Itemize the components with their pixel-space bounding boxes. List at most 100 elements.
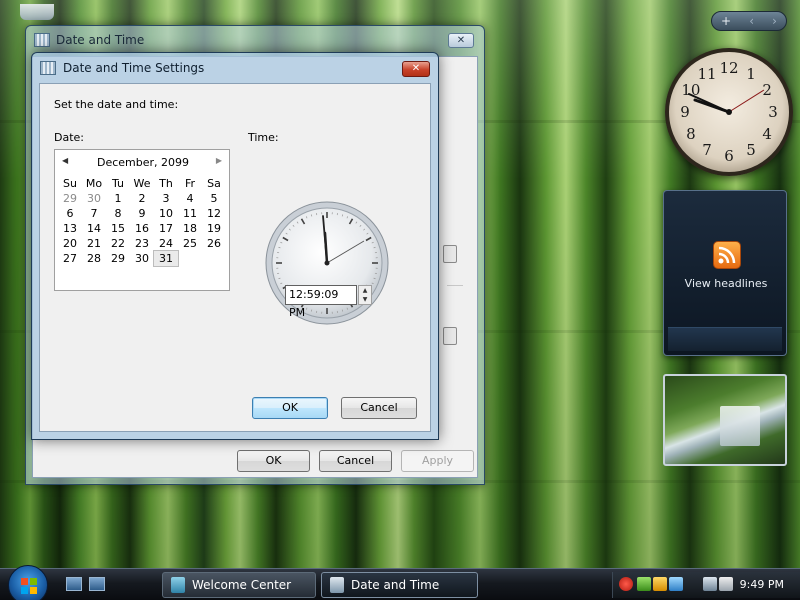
gadget-minute-hand [688, 93, 730, 113]
calendar-day[interactable]: 25 [178, 236, 202, 251]
calendar-day[interactable]: 8 [106, 206, 130, 221]
dialog-ok-button[interactable]: OK [252, 397, 328, 419]
volume-muted-icon[interactable] [719, 577, 733, 591]
sync-icon[interactable] [669, 577, 683, 591]
welcome-center-icon [171, 577, 185, 593]
update-icon[interactable] [637, 577, 651, 591]
calendar-week-row: 29 30 1 2 3 4 5 [58, 191, 226, 206]
calendar-day[interactable]: 30 [82, 191, 106, 206]
calendar-day[interactable]: 27 [58, 251, 82, 266]
dialog-close-button[interactable]: ✕ [402, 61, 430, 77]
dialog-cancel-button[interactable]: Cancel [341, 397, 417, 419]
window-titlebar[interactable]: Date and Time [26, 26, 484, 54]
calendar-month-title[interactable]: December, 2099 [55, 156, 231, 169]
clock-center [324, 260, 330, 266]
dialog-titlebar[interactable]: Date and Time Settings [32, 53, 438, 83]
time-input[interactable]: 12:59:09 PM [285, 285, 357, 319]
next-month-icon[interactable]: ▶ [216, 156, 222, 165]
clock-gadget-numeral: 7 [702, 141, 712, 159]
taskbar-clock[interactable]: 9:49 PM [740, 578, 784, 591]
gadget-clock-center [726, 109, 732, 115]
dialog-heading: Set the date and time: [54, 98, 179, 111]
calendar-day[interactable]: 16 [130, 221, 154, 236]
change-timezone-button[interactable] [443, 245, 457, 263]
slideshow-gadget[interactable] [663, 374, 787, 466]
spin-up-icon[interactable]: ▲ [359, 286, 371, 295]
calendar-icon [40, 61, 56, 75]
calendar-day[interactable]: 20 [58, 236, 82, 251]
gadget-toolbar: + ‹ › [711, 11, 787, 31]
spin-down-icon[interactable]: ▼ [359, 295, 371, 304]
calendar-day[interactable]: 26 [202, 236, 226, 251]
calendar-day[interactable]: 5 [202, 191, 226, 206]
clock-gadget-numeral: 6 [724, 147, 734, 165]
calendar-day[interactable]: 6 [58, 206, 82, 221]
calendar-day[interactable]: 29 [58, 191, 82, 206]
security-alert-icon[interactable] [619, 577, 633, 591]
date-and-time-icon [330, 577, 344, 593]
calendar-day[interactable]: 12 [202, 206, 226, 221]
calendar-day[interactable]: 10 [154, 206, 178, 221]
calendar-day[interactable]: 11 [178, 206, 202, 221]
calendar-day[interactable]: 28 [82, 251, 106, 266]
calendar-day[interactable]: 21 [82, 236, 106, 251]
calendar-day[interactable]: 19 [202, 221, 226, 236]
recycle-bin-icon[interactable] [20, 4, 54, 20]
calendar-day[interactable]: 29 [106, 251, 130, 266]
network-icon[interactable] [653, 577, 667, 591]
calendar-day[interactable]: 23 [130, 236, 154, 251]
ok-button[interactable]: OK [237, 450, 310, 472]
calendar-day[interactable]: 4 [178, 191, 202, 206]
calendar-week-row: 20 21 22 23 24 25 26 [58, 236, 226, 251]
change-settings-button[interactable] [443, 327, 457, 345]
calendar-day[interactable]: 13 [58, 221, 82, 236]
calendar-day[interactable]: 15 [106, 221, 130, 236]
view-headlines-label[interactable]: View headlines [664, 277, 788, 290]
gadget-second-hand [728, 89, 765, 113]
divider [447, 285, 463, 286]
calendar-day[interactable]: 9 [130, 206, 154, 221]
cancel-button[interactable]: Cancel [319, 450, 392, 472]
clock-gadget-numeral: 9 [680, 103, 690, 121]
apply-button[interactable]: Apply [401, 450, 474, 472]
taskbar-item-label: Date and Time [351, 578, 440, 592]
calendar-day[interactable]: 24 [154, 236, 178, 251]
calendar-day[interactable]: 14 [82, 221, 106, 236]
calendar-day[interactable]: 17 [154, 221, 178, 236]
monitor-icon[interactable] [703, 577, 717, 591]
next-gadget-icon[interactable]: › [772, 14, 777, 28]
calendar: ◀ December, 2099 ▶ Su Mo Tu We Th Fr Sa 29 30 1 2… [54, 149, 230, 291]
taskbar-item-welcome-center[interactable]: Welcome Center [162, 572, 316, 598]
time-spinner[interactable]: ▲ ▼ [358, 285, 372, 305]
calendar-day[interactable]: 7 [82, 206, 106, 221]
date-label: Date: [54, 131, 84, 144]
calendar-day[interactable]: 30 [130, 251, 154, 266]
clock-gadget-numeral: 3 [768, 103, 778, 121]
calendar-day[interactable]: 2 [130, 191, 154, 206]
close-button[interactable]: ✕ [448, 33, 474, 48]
clock-gadget-numeral: 12 [719, 59, 738, 77]
rss-icon [713, 241, 741, 269]
calendar-day[interactable]: 1 [106, 191, 130, 206]
show-desktop-icon[interactable] [66, 577, 82, 591]
calendar-day[interactable]: 31 [153, 250, 179, 267]
clock-gadget-numeral: 8 [686, 125, 696, 143]
calendar-day[interactable]: 3 [154, 191, 178, 206]
prev-gadget-icon[interactable]: ‹ [749, 14, 754, 28]
switch-windows-icon[interactable] [89, 577, 105, 591]
clock-gadget-numeral: 5 [746, 141, 756, 159]
clock-gadget-numeral: 11 [697, 65, 716, 83]
start-button[interactable] [8, 565, 48, 600]
window-button-row: OK Cancel Apply [237, 450, 474, 472]
calendar-day [202, 251, 226, 266]
weekday-header: Tu [111, 177, 125, 190]
calendar-day[interactable]: 22 [106, 236, 130, 251]
add-gadget-icon[interactable]: + [721, 14, 731, 28]
clock-gadget[interactable]: 1 2 3 4 5 6 7 8 9 10 11 12 [665, 48, 793, 176]
feed-headlines-gadget[interactable]: View headlines [663, 190, 787, 356]
weekday-header: Fr [184, 177, 196, 190]
calendar-week-row: 13 14 15 16 17 18 19 [58, 221, 226, 236]
calendar-day[interactable]: 18 [178, 221, 202, 236]
taskbar-item-date-and-time[interactable]: Date and Time [321, 572, 478, 598]
clock-gadget-numeral: 10 [681, 81, 700, 99]
